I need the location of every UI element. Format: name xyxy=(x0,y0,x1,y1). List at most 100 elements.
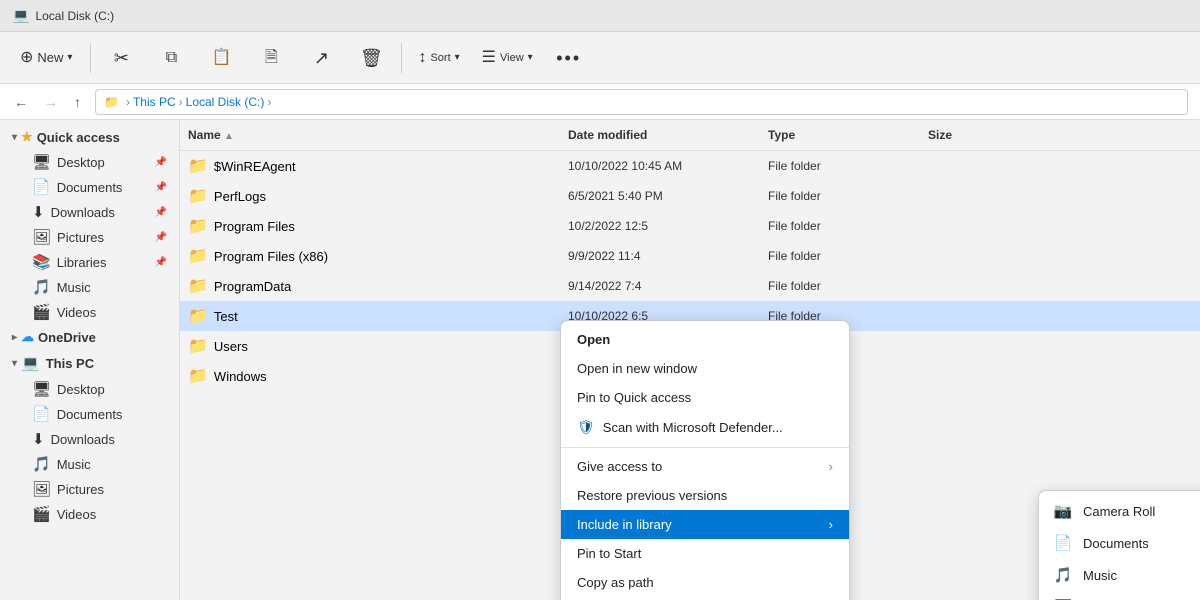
sidebar-item-documents2[interactable]: 📄 Documents xyxy=(4,402,175,426)
table-row[interactable]: 📁 Program Files 10/2/2022 12:5 File fold… xyxy=(180,211,1200,241)
sidebar-section-quick-access[interactable]: ▾ ★ Quick access xyxy=(4,125,175,149)
table-row[interactable]: 📁 ProgramData 9/14/2022 7:4 File folder xyxy=(180,271,1200,301)
file-name: Test xyxy=(214,309,238,324)
file-name: Program Files xyxy=(214,219,295,234)
videos2-icon: 🎬 xyxy=(32,505,51,523)
share-button[interactable]: ↗ xyxy=(297,36,345,80)
context-menu-item-label: Copy as path xyxy=(577,575,654,590)
copy-button[interactable]: ⧉ xyxy=(147,36,195,80)
context-menu-item-give-access[interactable]: Give access to› xyxy=(561,452,849,481)
sidebar-item-documents[interactable]: 📄 Documents 📌 xyxy=(4,175,175,199)
sidebar-section-onedrive[interactable]: ▸ ☁ OneDrive xyxy=(4,325,175,349)
context-menu-item-open-new[interactable]: Open in new window xyxy=(561,354,849,383)
context-menu-item-label: Give access to xyxy=(577,459,662,474)
file-size xyxy=(920,284,1020,288)
address-path[interactable]: 📁 › This PC › Local Disk (C:) › xyxy=(95,89,1188,115)
desktop-pin-icon: 📌 xyxy=(155,157,167,168)
context-menu-item-pin-start[interactable]: Pin to Start xyxy=(561,539,849,568)
context-menu-item-copy-path[interactable]: Copy as path xyxy=(561,568,849,597)
sidebar-item-desktop2[interactable]: 🖥 Desktop xyxy=(4,377,175,401)
sidebar-item-documents-label: Documents xyxy=(57,180,123,195)
context-menu-item-label: Open in new window xyxy=(577,361,697,376)
context-menu-item-label: Scan with Microsoft Defender... xyxy=(603,420,783,435)
col-header-name[interactable]: Name ▲ xyxy=(180,124,560,146)
submenu-item-pictures[interactable]: 🖼 Pictures xyxy=(1039,591,1200,600)
table-row[interactable]: 📁 Program Files (x86) 9/9/2022 11:4 File… xyxy=(180,241,1200,271)
sidebar-item-downloads2-label: Downloads xyxy=(51,432,115,447)
sidebar-item-music-label: Music xyxy=(57,280,91,295)
new-label: New xyxy=(37,50,63,65)
sidebar-item-desktop[interactable]: 🖥 Desktop 📌 xyxy=(4,150,175,174)
documents2-icon: 📄 xyxy=(32,405,51,423)
folder-icon: 📁 xyxy=(188,336,208,356)
quick-access-label: Quick access xyxy=(37,130,120,145)
new-icon: ⊕ xyxy=(20,50,33,66)
main-content: ▾ ★ Quick access 🖥 Desktop 📌 📄 Documents… xyxy=(0,120,1200,600)
table-row[interactable]: 📁 $WinREAgent 10/10/2022 10:45 AM File f… xyxy=(180,151,1200,181)
toolbar: ⊕ New ▾ ✂ ⧉ 📋 🗎 ↗ 🗑 ↕ Sort ▾ ☰ View ▾ ••… xyxy=(0,32,1200,84)
sidebar-section-thispc[interactable]: ▾ 💻 This PC xyxy=(4,350,175,376)
file-name: PerfLogs xyxy=(214,189,266,204)
toolbar-sep-1 xyxy=(90,43,91,73)
sidebar-item-downloads[interactable]: ⬇ Downloads 📌 xyxy=(4,200,175,224)
breadcrumb-localdisk[interactable]: Local Disk (C:) xyxy=(186,95,265,109)
address-bar: ← → ↑ 📁 › This PC › Local Disk (C:) › xyxy=(0,84,1200,120)
paste-button[interactable]: 📋 xyxy=(197,36,245,80)
file-size xyxy=(920,254,1020,258)
sidebar-item-pictures2-label: Pictures xyxy=(57,482,104,497)
breadcrumb-thispc[interactable]: This PC xyxy=(133,95,176,109)
cut-button[interactable]: ✂ xyxy=(97,36,145,80)
delete-button[interactable]: 🗑 xyxy=(347,36,395,80)
file-type: File folder xyxy=(760,157,920,175)
file-date: 10/10/2022 10:45 AM xyxy=(560,157,760,175)
sidebar-item-pictures2[interactable]: 🖼 Pictures xyxy=(4,477,175,501)
forward-button[interactable]: → xyxy=(38,90,64,114)
sort-label: Sort xyxy=(430,52,450,64)
submenu-item-documents[interactable]: 📄 Documents xyxy=(1039,527,1200,559)
file-size xyxy=(920,374,1020,378)
submenu-item-label: Camera Roll xyxy=(1083,504,1155,519)
sidebar-item-music[interactable]: 🎵 Music xyxy=(4,275,175,299)
folder-icon: 📁 xyxy=(188,366,208,386)
breadcrumb-separator-2: › xyxy=(267,95,271,109)
up-button[interactable]: ↑ xyxy=(68,90,87,114)
file-type: File folder xyxy=(760,217,920,235)
folder-icon: 📁 xyxy=(188,186,208,206)
submenu-item-camera-roll[interactable]: 📷 Camera Roll xyxy=(1039,495,1200,527)
context-menu: Open Open in new window Pin to Quick acces… xyxy=(560,320,850,600)
col-header-size[interactable]: Size xyxy=(920,124,1020,146)
col-header-type[interactable]: Type xyxy=(760,124,920,146)
context-menu-item-include-library[interactable]: Include in library› xyxy=(561,510,849,539)
more-button[interactable]: ••• xyxy=(545,36,593,80)
col-header-date[interactable]: Date modified xyxy=(560,124,760,146)
share-icon: ↗ xyxy=(314,49,329,67)
more-icon: ••• xyxy=(556,49,581,67)
sidebar-item-music2[interactable]: 🎵 Music xyxy=(4,452,175,476)
sidebar-item-music2-label: Music xyxy=(57,457,91,472)
sidebar-item-downloads2[interactable]: ⬇ Downloads xyxy=(4,427,175,451)
sidebar-item-videos2[interactable]: 🎬 Videos xyxy=(4,502,175,526)
back-button[interactable]: ← xyxy=(8,90,34,114)
submenu-item-label: Documents xyxy=(1083,536,1149,551)
file-date: 10/2/2022 12:5 xyxy=(560,217,760,235)
submenu-item-music[interactable]: 🎵 Music xyxy=(1039,559,1200,591)
sidebar-item-pictures[interactable]: 🖼 Pictures 📌 xyxy=(4,225,175,249)
quick-access-chevron-icon: ▾ xyxy=(12,132,17,143)
context-menu-item-pin-quick[interactable]: Pin to Quick access xyxy=(561,383,849,412)
file-type: File folder xyxy=(760,247,920,265)
sort-button[interactable]: ↕ Sort ▾ xyxy=(408,36,469,80)
rename-button[interactable]: 🗎 xyxy=(247,36,295,80)
sidebar-item-videos[interactable]: 🎬 Videos xyxy=(4,300,175,324)
new-button[interactable]: ⊕ New ▾ xyxy=(8,36,84,80)
context-menu-item-defender[interactable]: 🛡Scan with Microsoft Defender... xyxy=(561,412,849,443)
folder-icon: 📁 xyxy=(188,156,208,176)
folder-icon: 📁 xyxy=(188,216,208,236)
context-menu-item-restore[interactable]: Restore previous versions xyxy=(561,481,849,510)
thispc-label: This PC xyxy=(46,356,94,371)
desktop2-icon: 🖥 xyxy=(32,380,51,398)
view-button[interactable]: ☰ View ▾ xyxy=(472,36,543,80)
context-menu-item-open[interactable]: Open xyxy=(561,325,849,354)
table-row[interactable]: 📁 PerfLogs 6/5/2021 5:40 PM File folder xyxy=(180,181,1200,211)
sidebar-item-libraries[interactable]: 📚 Libraries 📌 xyxy=(4,250,175,274)
breadcrumb-separator-0: › xyxy=(126,95,130,109)
